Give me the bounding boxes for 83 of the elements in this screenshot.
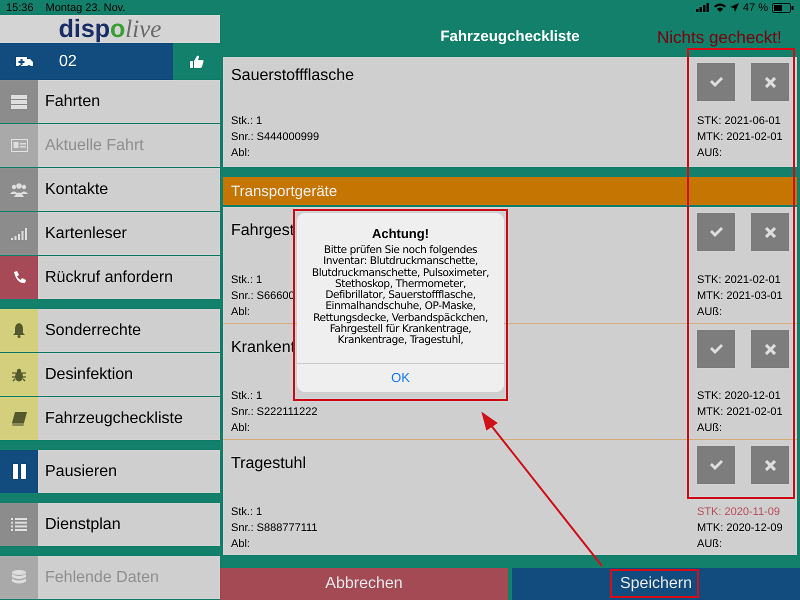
sidebar-item[interactable]: Pausieren xyxy=(0,450,220,494)
aus-label: AUß: xyxy=(697,537,722,552)
sidebar-item[interactable]: Fahrzeugcheckliste xyxy=(0,397,220,441)
close-icon xyxy=(764,76,776,88)
item-title: Tragestuhl xyxy=(231,455,306,473)
thumbs-up-icon xyxy=(190,55,204,68)
sidebar-item[interactable]: Sonderrechte xyxy=(0,309,220,353)
quantity-label: Stk.: 1 xyxy=(231,273,262,288)
close-icon xyxy=(764,460,776,470)
mtk-date: MTK: 2021-02-01 xyxy=(697,405,783,420)
aus-label: AUß: xyxy=(697,146,722,161)
serial-label: Snr.: S444000999 xyxy=(231,130,320,145)
phone-icon xyxy=(12,271,26,284)
close-icon xyxy=(764,226,776,238)
list-icon xyxy=(11,518,27,531)
sidebar-item[interactable]: Desinfektion xyxy=(0,353,220,397)
annotation-label: Nichts gecheckt! xyxy=(657,28,782,48)
item-title: Fahrgest xyxy=(231,222,294,240)
mtk-date: MTK: 2020-12-09 xyxy=(697,521,783,536)
people-icon xyxy=(10,182,28,196)
pause-icon xyxy=(12,464,26,479)
item-title: Sauerstoffflasche xyxy=(231,67,354,85)
category-header: Transportgeräte xyxy=(223,177,797,205)
item-title: Krankent xyxy=(231,339,296,357)
sidebar-item[interactable]: Kartenleser xyxy=(0,212,220,256)
vehicle-number: 02 xyxy=(59,52,77,70)
serial-label: Snr.: S888777111 xyxy=(231,521,318,536)
expiry-label: Abl: xyxy=(231,146,250,161)
status-time: 15:36 xyxy=(6,2,34,14)
reject-button[interactable] xyxy=(751,63,789,101)
aus-label: AUß: xyxy=(697,305,722,320)
expiry-label: Abl: xyxy=(231,305,250,320)
status-date: Montag 23. Nov. xyxy=(46,2,126,14)
ok-button[interactable]: OK xyxy=(297,362,504,392)
mtk-date: MTK: 2021-03-01 xyxy=(697,289,783,304)
ambulance-icon xyxy=(16,56,33,68)
quantity-label: Stk.: 1 xyxy=(231,505,262,520)
database-icon xyxy=(12,570,26,586)
aus-label: AUß: xyxy=(697,421,722,436)
server-icon xyxy=(11,94,27,108)
stk-date: STK: 2021-06-01 xyxy=(697,114,781,129)
cancel-button[interactable]: Abbrechen xyxy=(220,568,508,600)
id-card-icon xyxy=(10,139,28,152)
stk-date: STK: 2020-11-09 xyxy=(697,505,780,520)
alert-title: Achtung! xyxy=(372,226,430,241)
expiry-label: Abl: xyxy=(231,537,250,552)
bell-icon xyxy=(12,323,26,338)
confirm-button[interactable] xyxy=(697,63,735,101)
signal-icon xyxy=(696,3,710,12)
quantity-label: Stk.: 1 xyxy=(231,389,262,404)
confirm-button[interactable] xyxy=(697,213,735,251)
sidebar-item[interactable]: Fahrten xyxy=(0,80,220,124)
bug-icon xyxy=(12,368,26,382)
save-button[interactable]: Speichern xyxy=(512,568,800,600)
sidebar-item[interactable]: Kontakte xyxy=(0,168,220,212)
stk-date: STK: 2020-12-01 xyxy=(697,389,781,404)
signal-bars-icon xyxy=(11,228,27,240)
wifi-icon xyxy=(714,3,726,12)
book-icon xyxy=(12,412,26,426)
serial-label: Snr.: S222111222 xyxy=(231,405,318,420)
checkmark-icon xyxy=(710,460,722,470)
checkmark-icon xyxy=(710,344,722,354)
sidebar-item[interactable]: Rückruf anfordern xyxy=(0,256,220,300)
alert-message: Bitte prüfen Sie noch folgendes Inventar: Blutdruckmanschette, Blutdruckmanschette, Pulsoximeter, Stethoskop, Thermometer, Defibrillator, Sauerstoffflasche, Einmalhandschuhe, OP-Maske, Rettungsdecke, Verbandspäckchen, Fahrgestell für Krankentrage, Krankentrage, Tragestuhl, xyxy=(311,245,490,347)
reject-button[interactable] xyxy=(751,213,789,251)
checkmark-icon xyxy=(710,77,722,87)
expiry-label: Abl: xyxy=(231,421,250,436)
location-icon xyxy=(730,3,739,12)
reject-button[interactable] xyxy=(751,330,789,368)
logo: dispolive xyxy=(58,14,162,44)
confirm-button[interactable] xyxy=(697,446,735,484)
close-icon xyxy=(764,344,776,354)
page-title: Fahrzeugcheckliste xyxy=(440,28,580,44)
checkmark-icon xyxy=(710,227,722,237)
battery-percent: 47 % xyxy=(742,2,768,14)
stk-date: STK: 2021-02-01 xyxy=(697,273,781,288)
sidebar-item[interactable]: Dienstplan xyxy=(0,503,220,547)
reject-button[interactable] xyxy=(751,446,789,484)
battery-icon xyxy=(772,2,794,12)
mtk-date: MTK: 2021-02-01 xyxy=(697,130,783,145)
quantity-label: Stk.: 1 xyxy=(231,114,262,129)
confirm-button[interactable] xyxy=(697,330,735,368)
vehicle-panel[interactable]: 02 xyxy=(0,43,173,80)
